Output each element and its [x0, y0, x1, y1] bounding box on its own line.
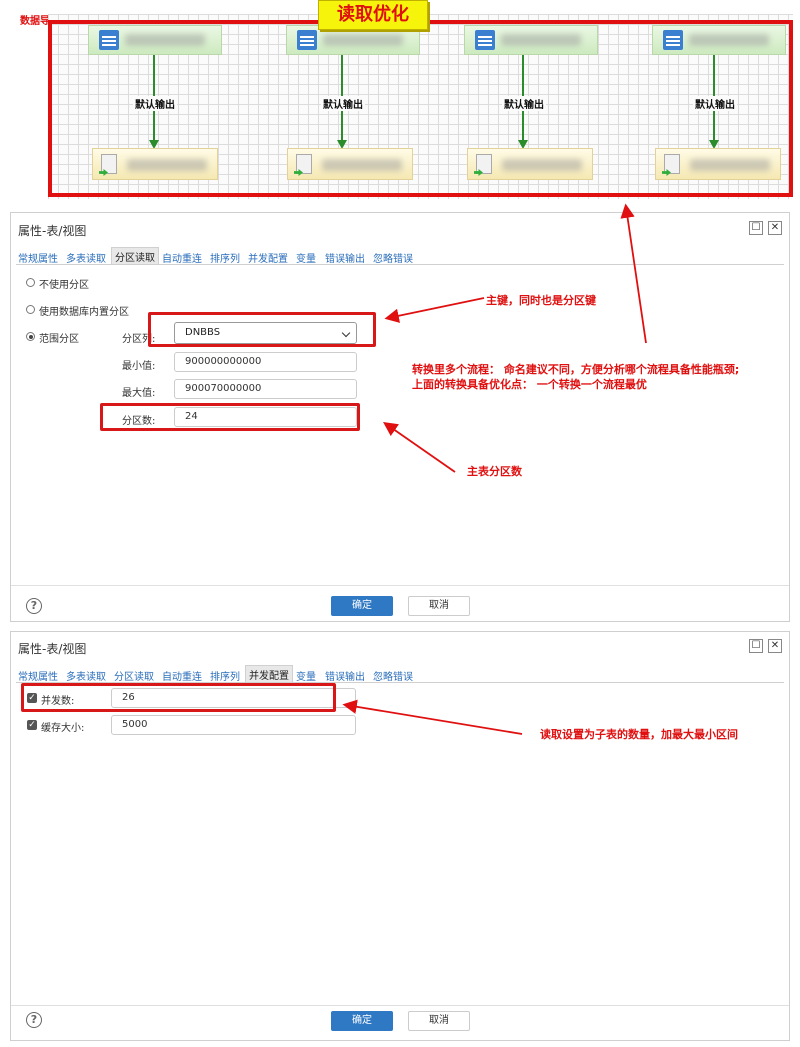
optimization-banner: 读取优化 [318, 0, 428, 30]
tab-auto-reconnect[interactable]: 自动重连 [162, 250, 202, 265]
dialog-footer-divider [11, 585, 789, 586]
tab-variables[interactable]: 变量 [296, 668, 316, 683]
radio-db-partition[interactable] [26, 305, 35, 314]
tab-error-output[interactable]: 错误输出 [325, 668, 365, 683]
partition-count-highlight [100, 403, 360, 431]
close-button[interactable]: ✕ [768, 221, 782, 235]
tab-partition-read[interactable]: 分区读取 [111, 247, 159, 265]
range-partition-label: 范围分区 [39, 334, 79, 345]
concurrency-annotation: 读取设置为子表的数量，加最大最小区间 [540, 728, 738, 741]
multi-flow-annotation-line2: 上面的转换具备优化点： 一个转换一个流程最优 [412, 378, 647, 391]
ok-button[interactable]: 确定 [331, 1011, 393, 1031]
tab-concurrency[interactable]: 并发配置 [245, 665, 293, 683]
multi-flow-annotation-line1: 转换里多个流程： 命名建议不同，方便分析哪个流程具备性能瓶颈; [412, 363, 740, 376]
close-button[interactable]: ✕ [768, 639, 782, 653]
primary-key-annotation: 主键，同时也是分区键 [486, 294, 596, 307]
tab-multi-table-read[interactable]: 多表读取 [66, 250, 106, 265]
max-value-input[interactable]: 900070000000 [174, 379, 357, 399]
cancel-button[interactable]: 取消 [408, 1011, 470, 1031]
cache-size-label: 缓存大小: [41, 723, 85, 734]
cache-size-checkbox[interactable]: ✓ [27, 720, 37, 730]
tab-ignore-errors[interactable]: 忽略错误 [373, 668, 413, 683]
max-value-label: 最大值: [122, 388, 156, 399]
main-table-annotation: 主表分区数 [467, 465, 522, 478]
tab-general[interactable]: 常规属性 [18, 668, 58, 683]
min-value-input[interactable]: 900000000000 [174, 352, 357, 372]
maximize-button[interactable]: ☐ [749, 221, 763, 235]
flow-highlight-frame [48, 20, 793, 197]
radio-no-partition[interactable] [26, 278, 35, 287]
help-icon[interactable]: ? [26, 1012, 42, 1028]
ok-button[interactable]: 确定 [331, 596, 393, 616]
dialog-footer-divider [11, 1005, 789, 1006]
no-partition-label: 不使用分区 [39, 280, 89, 291]
tab-sort-columns[interactable]: 排序列 [210, 668, 240, 683]
db-partition-label: 使用数据库内置分区 [39, 307, 129, 318]
tab-partition-read[interactable]: 分区读取 [114, 668, 154, 683]
cache-size-input[interactable]: 5000 [111, 715, 356, 735]
tab-variables[interactable]: 变量 [296, 250, 316, 265]
help-icon[interactable]: ? [26, 598, 42, 614]
tab-general[interactable]: 常规属性 [18, 250, 58, 265]
tab-sort-columns[interactable]: 排序列 [210, 250, 240, 265]
tab-divider [16, 264, 784, 265]
tab-ignore-errors[interactable]: 忽略错误 [373, 250, 413, 265]
tab-multi-table-read[interactable]: 多表读取 [66, 668, 106, 683]
dialog-title: 属性-表/视图 [18, 224, 87, 238]
dialog-title: 属性-表/视图 [18, 642, 87, 656]
tab-concurrency[interactable]: 并发配置 [248, 250, 288, 265]
cancel-button[interactable]: 取消 [408, 596, 470, 616]
radio-range-partition[interactable] [26, 332, 35, 341]
partition-column-highlight [148, 312, 376, 347]
maximize-button[interactable]: ☐ [749, 639, 763, 653]
concurrency-highlight [21, 683, 336, 712]
tab-auto-reconnect[interactable]: 自动重连 [162, 668, 202, 683]
min-value-label: 最小值: [122, 361, 156, 372]
tab-error-output[interactable]: 错误输出 [325, 250, 365, 265]
